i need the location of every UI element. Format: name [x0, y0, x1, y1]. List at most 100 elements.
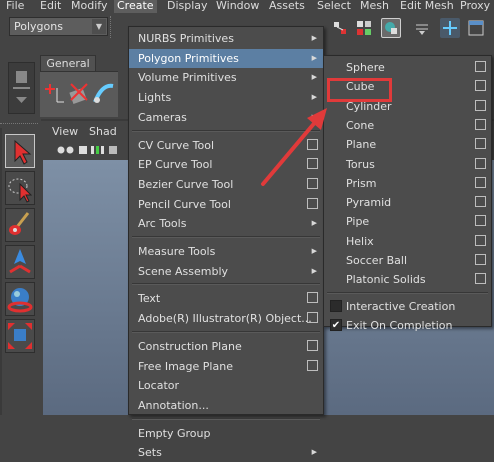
layer-icon[interactable]	[412, 18, 432, 38]
menu-item-pipe[interactable]: Pipe	[324, 212, 491, 231]
menubar-item-create[interactable]: Create	[114, 0, 157, 13]
option-box-icon[interactable]	[475, 196, 486, 208]
menu-item-label: Text	[138, 292, 161, 306]
lasso-tool-icon[interactable]	[5, 171, 35, 205]
viewport-shading-menu[interactable]: Shad	[89, 125, 117, 138]
menu-item-pencil-curve-tool[interactable]: Pencil Curve Tool	[129, 195, 323, 214]
delete-history-icon[interactable]	[68, 80, 90, 108]
menubar-item-window[interactable]: Window	[213, 0, 262, 13]
menu-item-label: CV Curve Tool	[138, 138, 215, 152]
menu-item-label: Locator	[138, 379, 180, 393]
annotation-highlight-box	[327, 78, 392, 102]
menubar-item-select[interactable]: Select	[314, 0, 354, 13]
select-tool-icon[interactable]	[5, 134, 35, 168]
chevron-right-icon: ▶	[311, 34, 317, 42]
menu-item-sphere[interactable]: Sphere	[324, 58, 491, 77]
option-box-icon[interactable]	[475, 138, 486, 150]
menu-item-cone[interactable]: Cone	[324, 116, 491, 135]
menu-item-label: Free Image Plane	[138, 359, 233, 373]
menu-item-text[interactable]: Text	[129, 289, 323, 308]
menu-set-dropdown[interactable]: Polygons ▼	[9, 17, 108, 36]
option-box-icon[interactable]	[307, 292, 318, 304]
menu-item-pyramid[interactable]: Pyramid	[324, 193, 491, 212]
menu-item-torus[interactable]: Torus	[324, 155, 491, 174]
paint-select-tool-icon[interactable]	[5, 208, 35, 242]
option-box-icon[interactable]	[475, 80, 486, 92]
menu-item-sets[interactable]: Sets ▶	[129, 443, 323, 462]
menu-item-scene-assembly[interactable]: Scene Assembly ▶	[129, 262, 323, 281]
menu-item-soccer-ball[interactable]: Soccer Ball	[324, 251, 491, 270]
toolbox-grip	[0, 123, 38, 127]
menu-item-exit-on-completion[interactable]: Exit On Completion ✔	[324, 316, 491, 335]
menu-item-label: Sphere	[346, 61, 385, 74]
menu-item-helix[interactable]: Helix	[324, 232, 491, 251]
menu-item-volume-primitives[interactable]: Volume Primitives ▶	[129, 68, 323, 87]
menu-item-adobe-r-illustrator-r-object[interactable]: Adobe(R) Illustrator(R) Object...	[129, 309, 323, 328]
magnet-snap-icon[interactable]	[381, 18, 401, 38]
plus-icon[interactable]	[440, 18, 460, 38]
menu-item-locator[interactable]: Locator	[129, 376, 323, 395]
menu-item-plane[interactable]: Plane	[324, 135, 491, 154]
option-box-icon[interactable]	[475, 254, 486, 265]
option-box-icon[interactable]	[475, 234, 486, 246]
option-box-icon[interactable]	[475, 215, 486, 227]
create-locator-icon[interactable]	[44, 80, 66, 108]
rotate-tool-icon[interactable]	[5, 282, 35, 316]
checkbox-unchecked-icon[interactable]	[330, 299, 342, 312]
menu-item-interactive-creation[interactable]: Interactive Creation	[324, 297, 491, 316]
chevron-down-icon: ▼	[92, 19, 106, 34]
option-box-icon[interactable]	[307, 312, 318, 324]
option-box-icon[interactable]	[307, 339, 318, 351]
menu-item-label: Platonic Solids	[346, 273, 426, 287]
shelf-menu-button[interactable]	[8, 62, 35, 114]
option-box-icon[interactable]	[307, 359, 318, 371]
menu-item-platonic-solids[interactable]: Platonic Solids	[324, 270, 491, 289]
option-box-icon[interactable]	[475, 176, 486, 188]
menu-item-prism[interactable]: Prism	[324, 174, 491, 193]
shelf-tab-general[interactable]: General	[40, 55, 96, 71]
menu-item-empty-group[interactable]: Empty Group	[129, 424, 323, 443]
menubar-item-assets[interactable]: Assets	[266, 0, 308, 13]
menu-item-polygon-primitives[interactable]: Polygon Primitives ▶	[129, 48, 323, 68]
chevron-right-icon: ▶	[311, 53, 317, 62]
select-by-hierarchy-icon[interactable]	[330, 18, 350, 38]
move-tool-icon[interactable]	[5, 245, 35, 279]
menu-item-free-image-plane[interactable]: Free Image Plane	[129, 357, 323, 376]
menubar-item-file[interactable]: File	[3, 0, 27, 13]
option-box-icon[interactable]	[475, 61, 486, 72]
menubar-item-proxy[interactable]: Proxy	[457, 0, 493, 13]
menubar-item-edit[interactable]: Edit	[37, 0, 64, 13]
menu-item-arc-tools[interactable]: Arc Tools ▶	[129, 214, 323, 233]
checkbox-checked-icon[interactable]: ✔	[330, 318, 342, 331]
menu-item-measure-tools[interactable]: Measure Tools ▶	[129, 242, 323, 261]
menu-separator	[132, 283, 320, 286]
menu-item-label: Sets	[138, 446, 162, 460]
menu-item-annotation[interactable]: Annotation...	[129, 396, 323, 415]
curve-tool-icon[interactable]	[92, 80, 116, 108]
scale-tool-icon[interactable]	[5, 319, 35, 353]
option-box-icon[interactable]	[475, 157, 486, 169]
shelf-body	[40, 71, 118, 117]
toolbox-edge	[0, 128, 2, 415]
menubar-item-mesh[interactable]: Mesh	[357, 0, 392, 13]
menu-item-label: Polygon Primitives	[138, 51, 239, 65]
chevron-right-icon: ▶	[311, 247, 317, 255]
viewport-menu-bar: View Shad	[43, 123, 128, 161]
option-box-icon[interactable]	[475, 99, 486, 111]
menubar-item-modify[interactable]: Modify	[68, 0, 110, 13]
viewport-view-menu[interactable]: View	[52, 125, 78, 138]
menu-item-label: Volume Primitives	[138, 71, 237, 85]
window-icon[interactable]	[466, 18, 486, 38]
option-box-icon[interactable]	[475, 118, 486, 130]
option-box-icon[interactable]	[475, 273, 486, 285]
menu-item-construction-plane[interactable]: Construction Plane	[129, 337, 323, 356]
chevron-right-icon: ▶	[311, 448, 317, 457]
menu-item-label: Exit On Completion	[346, 318, 453, 332]
menu-item-nurbs-primitives[interactable]: NURBS Primitives ▶	[129, 29, 323, 48]
menubar-item-display[interactable]: Display	[164, 0, 211, 13]
option-box-icon[interactable]	[307, 197, 318, 209]
menu-separator	[132, 236, 320, 238]
menu-item-label: Empty Group	[138, 426, 211, 440]
select-by-component-icon[interactable]	[354, 18, 374, 38]
menubar-item-edit-mesh[interactable]: Edit Mesh	[397, 0, 457, 13]
